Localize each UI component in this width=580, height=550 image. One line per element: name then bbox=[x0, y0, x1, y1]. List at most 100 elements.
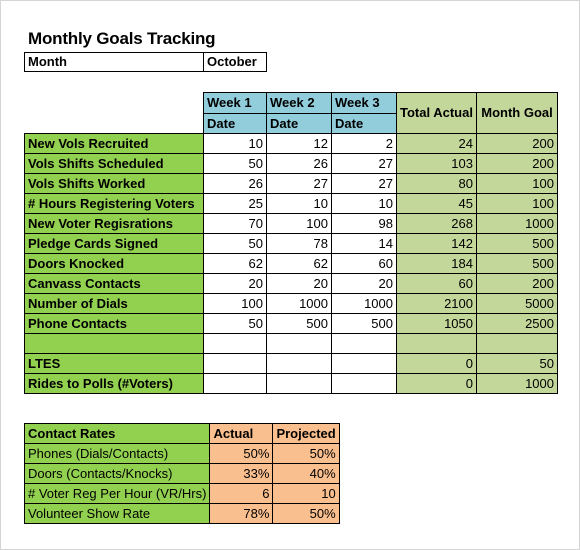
actual-value[interactable]: 33% bbox=[209, 463, 274, 484]
row-label[interactable]: LTES bbox=[24, 353, 204, 374]
projected-value[interactable]: 50% bbox=[272, 443, 340, 464]
week-1-value[interactable] bbox=[203, 373, 267, 394]
row-label[interactable]: Vols Shifts Scheduled bbox=[24, 153, 204, 174]
week-2-value[interactable]: 20 bbox=[266, 273, 332, 294]
total-actual-header[interactable]: Total Actual bbox=[396, 92, 477, 134]
row-label[interactable]: Canvass Contacts bbox=[24, 273, 204, 294]
week-3-value[interactable]: 60 bbox=[331, 253, 397, 274]
week-2-value[interactable] bbox=[266, 353, 332, 374]
total-actual-value[interactable]: 103 bbox=[396, 153, 477, 174]
month-goal-value[interactable] bbox=[476, 333, 558, 354]
month-label[interactable]: Month bbox=[24, 52, 204, 72]
month-value[interactable]: October bbox=[203, 52, 267, 72]
total-actual-value[interactable]: 45 bbox=[396, 193, 477, 214]
week-2-value[interactable]: 500 bbox=[266, 313, 332, 334]
week-1-value[interactable]: 26 bbox=[203, 173, 267, 194]
week-2-value[interactable]: 27 bbox=[266, 173, 332, 194]
projected-value[interactable]: 40% bbox=[272, 463, 340, 484]
week-3-value[interactable] bbox=[331, 353, 397, 374]
week-1-value[interactable] bbox=[203, 333, 267, 354]
week-1-value[interactable] bbox=[203, 353, 267, 374]
row-label[interactable]: Rides to Polls (#Voters) bbox=[24, 373, 204, 394]
week-3-value[interactable]: 14 bbox=[331, 233, 397, 254]
rate-label[interactable]: # Voter Reg Per Hour (VR/Hrs) bbox=[23, 483, 211, 504]
total-actual-value[interactable]: 184 bbox=[396, 253, 477, 274]
week-3-value[interactable]: 20 bbox=[331, 273, 397, 294]
row-label[interactable]: New Voter Regisrations bbox=[24, 213, 204, 234]
week-3-value[interactable] bbox=[331, 333, 397, 354]
week-2-value[interactable]: 100 bbox=[266, 213, 332, 234]
month-goal-value[interactable]: 200 bbox=[476, 133, 558, 154]
row-label[interactable]: Doors Knocked bbox=[24, 253, 204, 274]
contact-rates-header[interactable]: Contact Rates bbox=[23, 423, 211, 444]
week-3-value[interactable]: 1000 bbox=[331, 293, 397, 314]
month-goal-value[interactable]: 1000 bbox=[476, 213, 558, 234]
row-label[interactable]: Vols Shifts Worked bbox=[24, 173, 204, 194]
week-3-value[interactable]: 10 bbox=[331, 193, 397, 214]
row-label[interactable]: Pledge Cards Signed bbox=[24, 233, 204, 254]
month-goal-value[interactable]: 100 bbox=[476, 193, 558, 214]
total-actual-value[interactable]: 24 bbox=[396, 133, 477, 154]
month-goal-value[interactable]: 50 bbox=[476, 353, 558, 374]
total-actual-value[interactable]: 0 bbox=[396, 373, 477, 394]
week-1-value[interactable]: 62 bbox=[203, 253, 267, 274]
week-3-value[interactable]: 500 bbox=[331, 313, 397, 334]
total-actual-value[interactable]: 1050 bbox=[396, 313, 477, 334]
total-actual-value[interactable]: 60 bbox=[396, 273, 477, 294]
week-header-1[interactable]: Week 1 bbox=[203, 92, 267, 114]
week-1-value[interactable]: 50 bbox=[203, 233, 267, 254]
week-2-value[interactable] bbox=[266, 333, 332, 354]
week-2-value[interactable]: 10 bbox=[266, 193, 332, 214]
month-goal-value[interactable]: 200 bbox=[476, 153, 558, 174]
projected-value[interactable]: 50% bbox=[272, 503, 340, 524]
total-actual-value[interactable]: 0 bbox=[396, 353, 477, 374]
week-1-value[interactable]: 70 bbox=[203, 213, 267, 234]
week-3-value[interactable] bbox=[331, 373, 397, 394]
row-label[interactable]: Phone Contacts bbox=[24, 313, 204, 334]
week-2-value[interactable]: 62 bbox=[266, 253, 332, 274]
week-2-value[interactable]: 26 bbox=[266, 153, 332, 174]
month-goal-value[interactable]: 200 bbox=[476, 273, 558, 294]
week-3-value[interactable]: 98 bbox=[331, 213, 397, 234]
row-label[interactable]: # Hours Registering Voters bbox=[24, 193, 204, 214]
month-goal-value[interactable]: 2500 bbox=[476, 313, 558, 334]
week-header-3[interactable]: Week 3 bbox=[331, 92, 397, 114]
projected-value[interactable]: 10 bbox=[272, 483, 340, 504]
week-1-value[interactable]: 20 bbox=[203, 273, 267, 294]
actual-value[interactable]: 6 bbox=[209, 483, 274, 504]
week-header-2[interactable]: Week 2 bbox=[266, 92, 332, 114]
week-2-value[interactable]: 78 bbox=[266, 233, 332, 254]
row-label[interactable] bbox=[24, 333, 204, 354]
date-cell-week-2[interactable]: Date bbox=[266, 112, 332, 134]
week-3-value[interactable]: 27 bbox=[331, 173, 397, 194]
month-goal-header[interactable]: Month Goal bbox=[476, 92, 558, 134]
total-actual-value[interactable]: 268 bbox=[396, 213, 477, 234]
total-actual-value[interactable]: 80 bbox=[396, 173, 477, 194]
rate-label[interactable]: Phones (Dials/Contacts) bbox=[23, 443, 211, 464]
week-1-value[interactable]: 10 bbox=[203, 133, 267, 154]
date-cell-week-1[interactable]: Date bbox=[203, 112, 267, 134]
week-1-value[interactable]: 50 bbox=[203, 153, 267, 174]
total-actual-value[interactable]: 2100 bbox=[396, 293, 477, 314]
actual-value[interactable]: 50% bbox=[209, 443, 274, 464]
month-goal-value[interactable]: 5000 bbox=[476, 293, 558, 314]
actual-header[interactable]: Actual bbox=[209, 423, 274, 444]
week-1-value[interactable]: 25 bbox=[203, 193, 267, 214]
week-2-value[interactable]: 12 bbox=[266, 133, 332, 154]
total-actual-value[interactable]: 142 bbox=[396, 233, 477, 254]
row-label[interactable]: New Vols Recruited bbox=[24, 133, 204, 154]
week-1-value[interactable]: 100 bbox=[203, 293, 267, 314]
month-goal-value[interactable]: 500 bbox=[476, 233, 558, 254]
actual-value[interactable]: 78% bbox=[209, 503, 274, 524]
month-goal-value[interactable]: 500 bbox=[476, 253, 558, 274]
week-3-value[interactable]: 27 bbox=[331, 153, 397, 174]
week-2-value[interactable]: 1000 bbox=[266, 293, 332, 314]
date-cell-week-3[interactable]: Date bbox=[331, 112, 397, 134]
total-actual-value[interactable] bbox=[396, 333, 477, 354]
month-goal-value[interactable]: 1000 bbox=[476, 373, 558, 394]
row-label[interactable]: Number of Dials bbox=[24, 293, 204, 314]
rate-label[interactable]: Doors (Contacts/Knocks) bbox=[23, 463, 211, 484]
week-2-value[interactable] bbox=[266, 373, 332, 394]
projected-header[interactable]: Projected bbox=[272, 423, 340, 444]
rate-label[interactable]: Volunteer Show Rate bbox=[23, 503, 211, 524]
